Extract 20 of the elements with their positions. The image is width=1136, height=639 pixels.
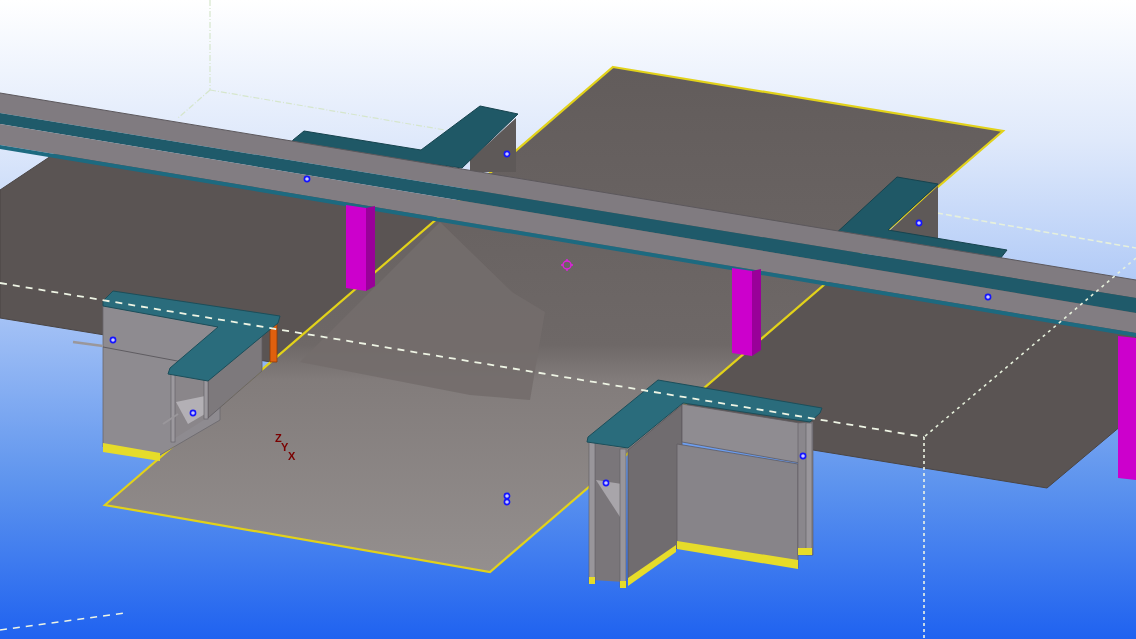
rod-line	[162, 413, 179, 425]
rod-line	[72, 340, 104, 348]
post	[269, 322, 278, 363]
point-marker-icon	[984, 293, 992, 301]
point-marker-icon	[189, 409, 197, 417]
point-marker-icon	[109, 336, 117, 344]
base-strip	[103, 443, 160, 461]
leg	[203, 378, 209, 420]
target-marker-icon	[560, 258, 574, 272]
axis-label: Y	[281, 441, 289, 453]
point-marker-icon	[503, 150, 511, 158]
beam-web	[470, 118, 516, 172]
axis-label: X	[288, 450, 296, 462]
point-marker-icon	[799, 452, 807, 460]
point-marker-icon	[303, 175, 311, 183]
point-marker-icon	[915, 219, 923, 227]
axis-label: Z	[275, 432, 282, 444]
base-strip	[620, 581, 626, 588]
base-strip	[589, 577, 595, 584]
point-marker-icon	[602, 479, 610, 487]
